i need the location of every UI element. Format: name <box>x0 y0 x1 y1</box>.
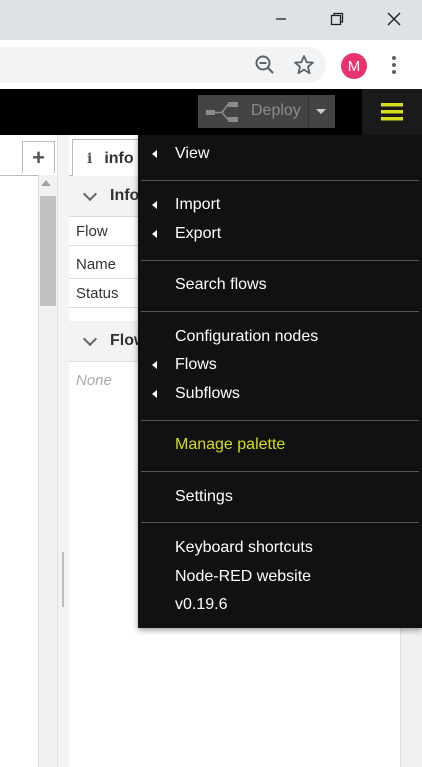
tab-info-label: info <box>104 149 134 167</box>
more-icon[interactable] <box>384 54 404 76</box>
chevron-down-icon <box>82 331 98 346</box>
menu-item-node-red-website[interactable]: Node-RED website <box>138 563 422 591</box>
menu-item-label: v0.19.6 <box>175 596 228 613</box>
restore-button[interactable] <box>309 0 365 38</box>
main-menu-button[interactable] <box>362 89 422 135</box>
caret-left-icon <box>152 230 157 238</box>
hamburger-icon <box>381 103 403 121</box>
menu-item-settings[interactable]: Settings <box>138 483 422 511</box>
info-icon: i <box>87 150 93 167</box>
resize-grip[interactable] <box>62 552 64 607</box>
row-label: Flow <box>76 222 108 240</box>
caret-left-icon <box>152 201 157 209</box>
menu-item-subflows[interactable]: Subflows <box>138 380 422 408</box>
menu-item-configuration-nodes[interactable]: Configuration nodes <box>138 323 422 351</box>
menu-item-label: Import <box>175 196 221 213</box>
close-icon <box>387 12 401 26</box>
menu-item-import[interactable]: Import <box>138 191 422 219</box>
star-icon[interactable] <box>293 54 315 76</box>
menu-divider <box>141 180 419 181</box>
row-label: Status <box>76 284 119 302</box>
plus-icon: + <box>32 144 45 170</box>
zoom-out-icon[interactable] <box>254 54 276 76</box>
menu-item-label: Search flows <box>175 276 267 293</box>
menu-item-flows[interactable]: Flows <box>138 351 422 379</box>
menu-divider <box>141 471 419 472</box>
menu-item-label: Settings <box>175 488 233 505</box>
menu-item-label: Keyboard shortcuts <box>175 539 313 556</box>
caret-left-icon <box>152 361 157 369</box>
profile-avatar[interactable]: M <box>341 53 367 79</box>
menu-item-label: Subflows <box>175 385 240 402</box>
empty-text: None <box>76 372 112 389</box>
menu-item-label: Configuration nodes <box>175 328 319 345</box>
deploy-icon <box>206 102 238 122</box>
menu-divider <box>141 420 419 421</box>
deploy-divider <box>308 95 309 128</box>
caret-left-icon <box>152 390 157 398</box>
row-label: Name <box>76 255 117 273</box>
scroll-up-icon[interactable] <box>41 180 51 186</box>
menu-item-keyboard-shortcuts[interactable]: Keyboard shortcuts <box>138 534 422 562</box>
profile-initial: M <box>347 57 361 75</box>
minimize-button[interactable] <box>253 0 309 38</box>
close-window-button[interactable] <box>366 0 422 38</box>
deploy-label: Deploy <box>251 102 301 119</box>
menu-item-version[interactable]: v0.19.6 <box>138 591 422 619</box>
menu-item-label: Node-RED website <box>175 568 312 585</box>
menu-item-manage-palette[interactable]: Manage palette <box>138 431 422 459</box>
chevron-down-icon[interactable] <box>316 109 326 114</box>
menu-divider <box>141 522 419 523</box>
menu-divider <box>141 311 419 312</box>
menu-item-search-flows[interactable]: Search flows <box>138 271 422 299</box>
chevron-down-icon <box>82 186 98 201</box>
address-bar[interactable] <box>0 47 326 83</box>
restore-icon <box>330 12 344 26</box>
minimize-icon <box>276 18 286 20</box>
menu-item-label: View <box>175 145 210 162</box>
menu-item-export[interactable]: Export <box>138 220 422 248</box>
menu-item-label: Export <box>175 225 222 242</box>
deploy-button[interactable]: Deploy <box>198 95 335 128</box>
menu-item-label: Flows <box>175 356 217 373</box>
menu-item-view[interactable]: View <box>138 140 422 168</box>
menu-divider <box>141 260 419 261</box>
caret-left-icon <box>152 150 157 158</box>
add-flow-button[interactable]: + <box>22 141 55 173</box>
workspace-scroll-thumb[interactable] <box>40 196 56 306</box>
menu-item-label: Manage palette <box>175 436 286 453</box>
